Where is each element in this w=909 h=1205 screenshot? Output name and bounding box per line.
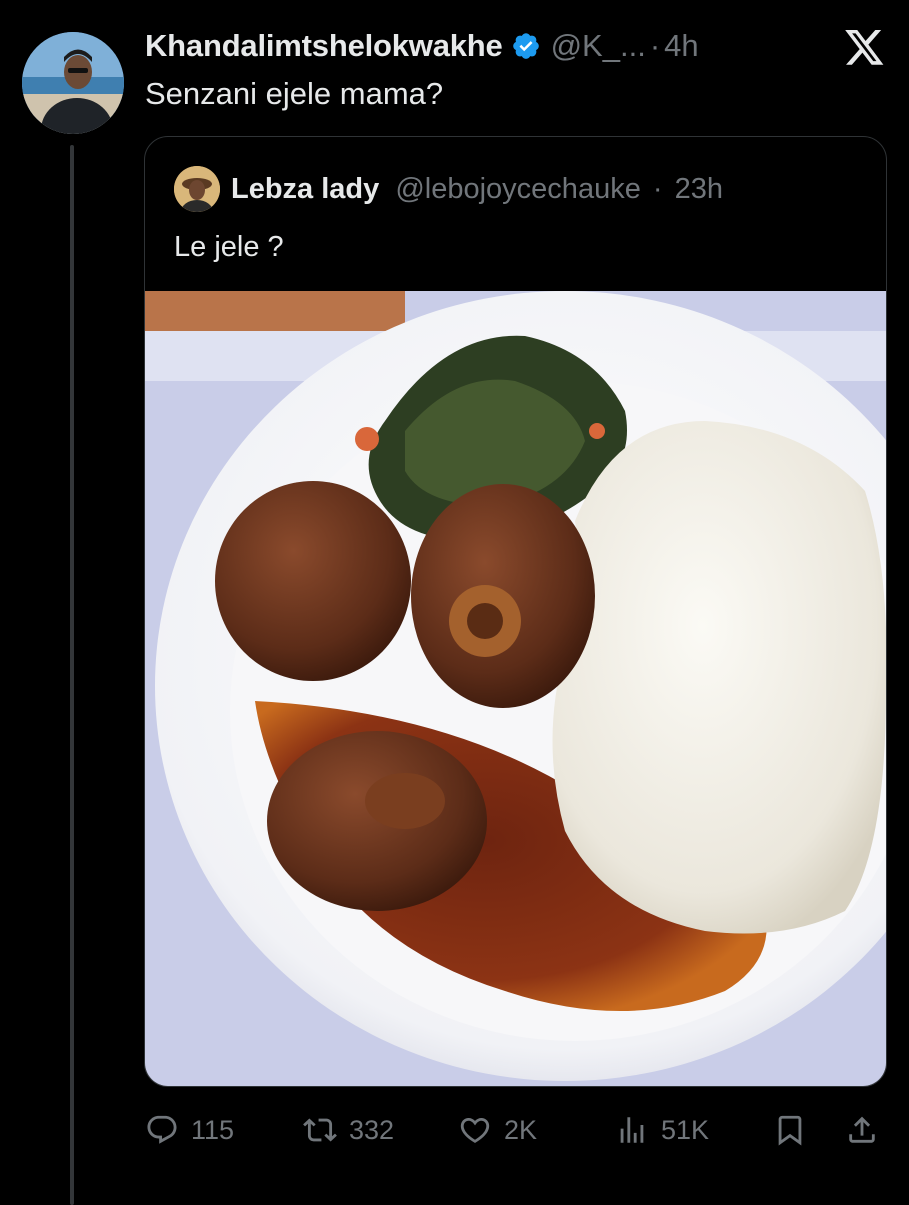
quote-tweet-card[interactable]: Lebza lady @lebojoycechauke · 23h Le jel… [144,136,887,1087]
heart-icon [460,1117,490,1143]
quote-author-name: Lebza lady [231,173,380,205]
bookmark-icon [778,1115,802,1146]
quote-media-image[interactable] [145,291,886,1086]
header-separator: · [649,28,661,63]
verified-badge-icon [511,31,541,61]
share-icon [849,1116,875,1143]
quote-author-avatar [174,166,220,212]
tweet-text: Senzani ejele mama? [145,76,444,111]
repost-count: 332 [349,1114,395,1145]
reply-button[interactable]: 115 [145,1108,234,1152]
quote-text: Le jele ? [174,231,284,263]
quote-author-handle: @lebojoycechauke [395,173,641,205]
reply-count: 115 [191,1114,235,1145]
reply-icon [147,1115,177,1144]
bookmark-button[interactable] [773,1108,807,1152]
quote-time: 23h [674,173,724,205]
views-count: 51K [661,1114,710,1145]
x-logo-icon [845,30,885,68]
views-button[interactable]: 51K [615,1108,709,1152]
tweet-time[interactable]: 4h [664,28,698,64]
quote-header: Lebza lady @lebojoycechauke · 23h [231,173,723,206]
like-button[interactable]: 2K [458,1108,537,1152]
repost-icon [303,1118,337,1142]
views-chart-icon [620,1117,644,1143]
action-bar: 115 332 2K 51K [145,1108,885,1152]
author-avatar[interactable] [22,32,124,134]
like-count: 2K [504,1114,538,1145]
quote-separator: · [652,173,663,205]
share-button[interactable] [845,1108,879,1152]
thread-line [70,145,74,1205]
repost-button[interactable]: 332 [303,1108,394,1152]
author-handle[interactable]: @K_... [551,28,646,64]
tweet-header: Khandalimtshelokwakhe @K_... · 4h [145,28,699,64]
author-display-name[interactable]: Khandalimtshelokwakhe [145,28,503,64]
